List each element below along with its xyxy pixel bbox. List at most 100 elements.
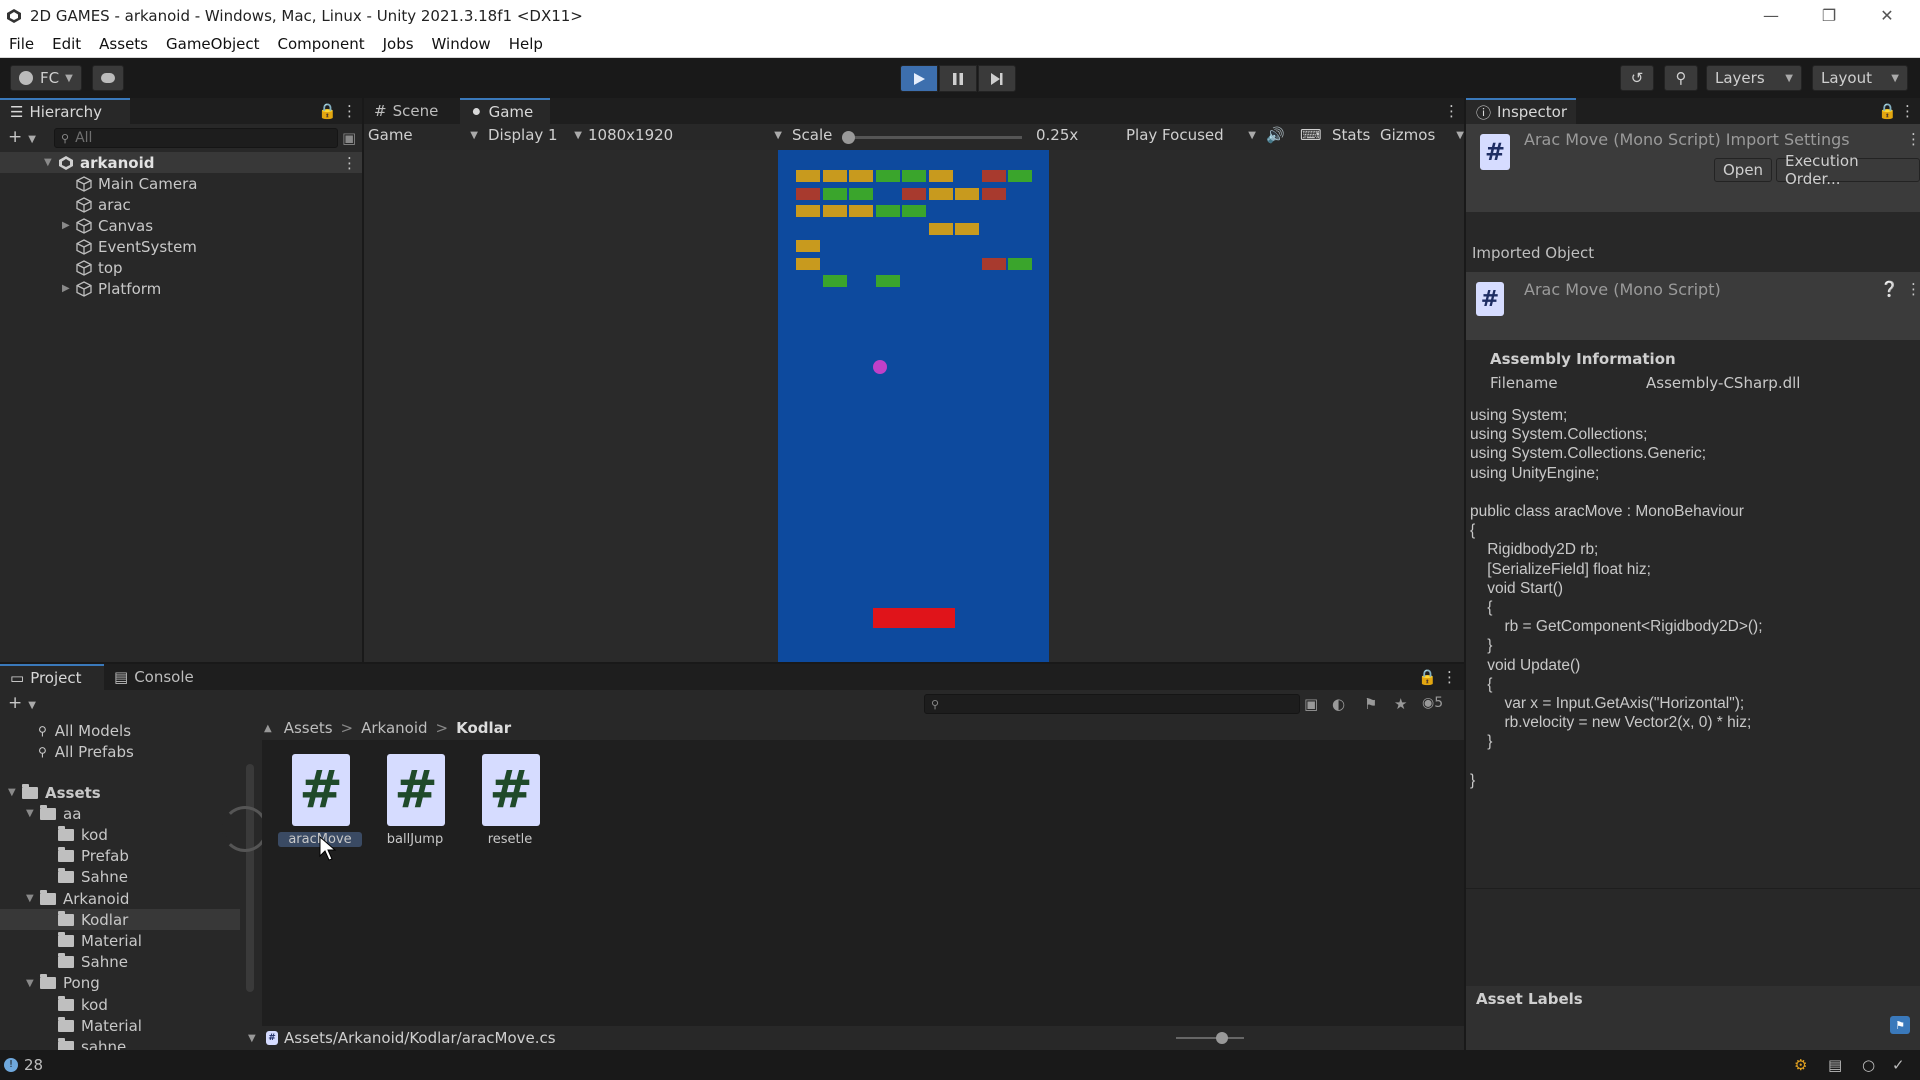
- account-dropdown[interactable]: FC ▼: [10, 65, 82, 91]
- create-button[interactable]: + ▼: [8, 693, 36, 713]
- icon-size-slider[interactable]: [1176, 1032, 1244, 1044]
- hierarchy-item[interactable]: top: [62, 257, 123, 278]
- menu-gameobject[interactable]: GameObject: [157, 35, 269, 53]
- layout-dropdown[interactable]: Layout ▼: [1812, 65, 1908, 91]
- search-button[interactable]: ⚲: [1664, 65, 1698, 91]
- view-mode-dropdown[interactable]: Game ▼: [368, 124, 478, 146]
- kebab-menu-icon[interactable]: ⋮: [1906, 130, 1920, 148]
- project-search[interactable]: ⚲: [924, 694, 1300, 714]
- hierarchy-item[interactable]: ▶ Platform: [62, 278, 161, 299]
- tree-scrollbar[interactable]: [246, 764, 254, 992]
- tab-scene[interactable]: # Scene: [364, 98, 460, 124]
- help-icon[interactable]: ❔: [1880, 280, 1899, 298]
- display-dropdown[interactable]: Display 1 ▼: [488, 124, 582, 146]
- step-button[interactable]: [978, 65, 1016, 92]
- kebab-menu-icon[interactable]: ⋮: [1906, 280, 1920, 298]
- undo-history-button[interactable]: ↺: [1620, 65, 1654, 91]
- breadcrumb-assets[interactable]: Assets: [284, 719, 333, 737]
- gizmos-dropdown[interactable]: Gizmos ▼: [1380, 124, 1464, 146]
- folder-item[interactable]: Material: [0, 930, 240, 951]
- folder-item[interactable]: ▼ aa: [0, 803, 240, 824]
- hierarchy-item[interactable]: arac: [62, 194, 131, 215]
- cloud-button[interactable]: [92, 65, 124, 91]
- kebab-menu-icon[interactable]: ⋮: [1442, 668, 1457, 686]
- search-filter-icon[interactable]: ▣: [1304, 695, 1318, 713]
- tab-project[interactable]: ▭ Project: [0, 664, 104, 690]
- notification-icon[interactable]: !: [4, 1058, 18, 1072]
- menu-window[interactable]: Window: [423, 35, 500, 53]
- folder-icon: [22, 783, 38, 799]
- play-button[interactable]: [900, 65, 938, 92]
- play-mode-dropdown[interactable]: Play Focused ▼: [1126, 124, 1256, 146]
- scene-row[interactable]: ▼ arkanoid ⋮: [0, 152, 362, 173]
- breadcrumb-kodlar[interactable]: Kodlar: [456, 719, 511, 737]
- menu-component[interactable]: Component: [269, 35, 374, 53]
- resolution-dropdown[interactable]: 1080x1920 ▼: [588, 124, 782, 146]
- stats-button[interactable]: Stats: [1332, 124, 1370, 146]
- menu-assets[interactable]: Assets: [90, 35, 157, 53]
- kebab-menu-icon[interactable]: ⋮: [1900, 102, 1915, 120]
- bug-icon[interactable]: ⚙: [1794, 1056, 1807, 1074]
- scale-slider-thumb[interactable]: [842, 131, 855, 144]
- hierarchy-search[interactable]: ⚲ All: [54, 128, 338, 148]
- menu-edit[interactable]: Edit: [43, 35, 90, 53]
- kebab-menu-icon[interactable]: ⋮: [1444, 102, 1459, 120]
- menu-file[interactable]: File: [0, 35, 43, 53]
- breadcrumb-arkanoid[interactable]: Arkanoid: [361, 719, 427, 737]
- tab-console[interactable]: ▤ Console: [104, 664, 212, 690]
- hierarchy-item[interactable]: ▶ Canvas: [62, 215, 153, 236]
- hierarchy-item[interactable]: EventSystem: [62, 236, 197, 257]
- game-render-area[interactable]: [364, 150, 1464, 662]
- hidden-packages-counter[interactable]: ◉5: [1422, 695, 1443, 711]
- folder-item[interactable]: ▼ Pong: [0, 973, 240, 994]
- minimize-icon[interactable]: —: [1748, 0, 1794, 31]
- folder-item[interactable]: ▼ Arkanoid: [0, 888, 240, 909]
- folder-item[interactable]: kod: [0, 994, 240, 1015]
- folder-item[interactable]: Sahne: [0, 867, 240, 888]
- menu-jobs[interactable]: Jobs: [374, 35, 423, 53]
- pause-button[interactable]: [939, 65, 977, 92]
- search-filter-icon[interactable]: ▣: [342, 129, 356, 147]
- icon-size-slider-thumb[interactable]: [1216, 1032, 1228, 1044]
- asset-item[interactable]: # resetle: [474, 746, 544, 847]
- folder-item[interactable]: ▼ Assets: [0, 782, 240, 803]
- lock-icon[interactable]: 🔒: [318, 102, 337, 120]
- brick: [822, 187, 847, 200]
- menu-help[interactable]: Help: [500, 35, 552, 53]
- folder-item[interactable]: sahne: [0, 1036, 240, 1050]
- tag-icon[interactable]: ⚑: [1890, 1016, 1910, 1034]
- lock-icon[interactable]: 🔒: [1418, 668, 1437, 686]
- open-button[interactable]: Open: [1714, 158, 1773, 182]
- label-filter-icon[interactable]: ⚑: [1364, 695, 1377, 713]
- folder-item[interactable]: kod: [0, 824, 240, 845]
- tab-hierarchy[interactable]: ☰ Hierarchy: [0, 98, 130, 124]
- cache-server-icon[interactable]: ▤: [1828, 1056, 1842, 1074]
- folder-item[interactable]: Kodlar: [0, 909, 240, 931]
- folder-item[interactable]: Material: [0, 1015, 240, 1036]
- close-icon[interactable]: ✕: [1864, 0, 1910, 31]
- execution-order-button[interactable]: Execution Order...: [1776, 152, 1920, 188]
- asset-item[interactable]: # ballJump: [379, 746, 449, 847]
- lock-icon[interactable]: 🔒: [1878, 102, 1897, 120]
- asset-item[interactable]: #aracMove: [278, 746, 362, 847]
- favorite-all-models[interactable]: ⚲ All Models: [38, 720, 131, 741]
- scale-slider[interactable]: [842, 131, 1022, 144]
- kebab-menu-icon[interactable]: ⋮: [342, 154, 357, 172]
- add-button[interactable]: + ▼: [8, 127, 36, 149]
- audio-icon[interactable]: 🔊: [1266, 124, 1285, 146]
- star-icon[interactable]: ★: [1394, 695, 1407, 713]
- filter-type-icon[interactable]: ◐: [1332, 695, 1345, 713]
- hierarchy-item[interactable]: Main Camera: [62, 173, 197, 194]
- network-icon[interactable]: ○: [1862, 1056, 1875, 1074]
- folder-item[interactable]: Prefab: [0, 846, 240, 867]
- restore-icon[interactable]: ❐: [1806, 0, 1852, 31]
- chevron-up-icon[interactable]: ▲: [264, 723, 272, 734]
- favorite-all-prefabs[interactable]: ⚲ All Prefabs: [38, 741, 134, 762]
- check-icon[interactable]: ✓: [1892, 1056, 1905, 1074]
- tab-game[interactable]: ⚫ Game: [460, 98, 550, 124]
- keyboard-icon[interactable]: ⌨: [1300, 124, 1322, 146]
- layers-dropdown[interactable]: Layers ▼: [1706, 65, 1802, 91]
- folder-item[interactable]: Sahne: [0, 952, 240, 973]
- tab-inspector[interactable]: ⓘ Inspector: [1466, 98, 1576, 124]
- kebab-menu-icon[interactable]: ⋮: [342, 102, 357, 120]
